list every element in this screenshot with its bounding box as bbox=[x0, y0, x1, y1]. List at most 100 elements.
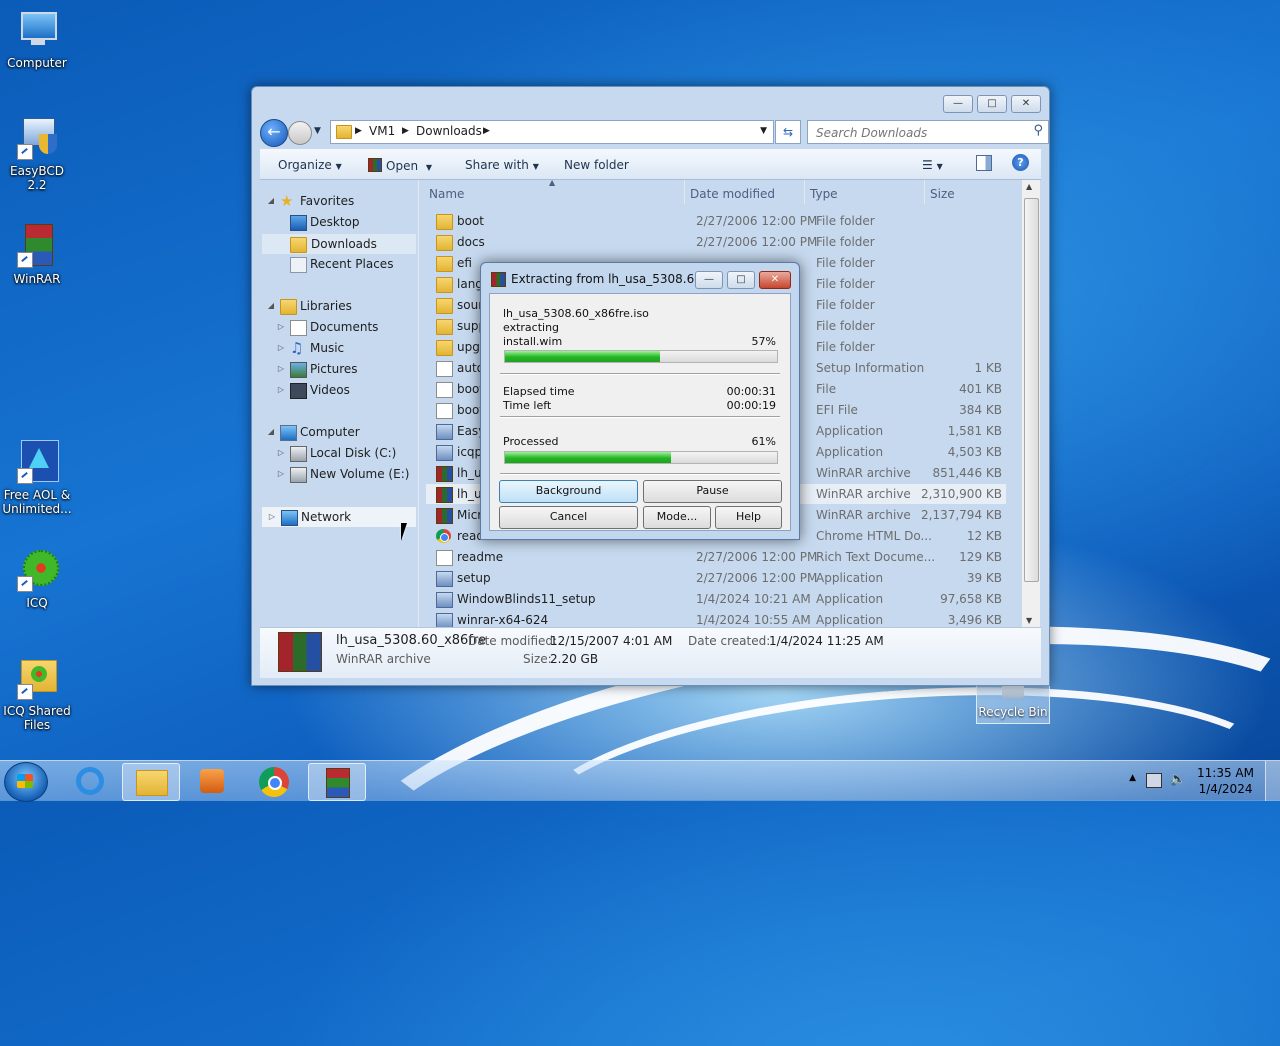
details-file-name: lh_usa_5308.60_x86fre bbox=[336, 633, 486, 648]
pause-button[interactable]: Pause bbox=[643, 480, 782, 503]
back-button[interactable]: ← bbox=[260, 119, 288, 147]
desktop-icon-computer[interactable]: Computer bbox=[2, 8, 72, 70]
file-progress-fill bbox=[505, 351, 661, 362]
collapse-triangle-icon: ▷ bbox=[277, 448, 285, 457]
nav-libraries[interactable]: ◢ Libraries bbox=[260, 296, 418, 316]
column-date-modified[interactable]: Date modified bbox=[690, 187, 775, 201]
desktop-icon-recycle-bin[interactable]: Recycle Bin bbox=[976, 684, 1050, 724]
volume-muted-icon[interactable]: 🔈 bbox=[1170, 772, 1186, 787]
desktop-icon-winrar[interactable]: WinRAR bbox=[2, 224, 72, 286]
recycle-bin-icon bbox=[1002, 685, 1024, 699]
recent-pages-dropdown[interactable]: ▼ bbox=[314, 126, 321, 136]
easybcd-icon bbox=[15, 116, 59, 160]
taskbar-winrar[interactable] bbox=[308, 763, 366, 801]
dialog-close-button[interactable]: ✕ bbox=[759, 271, 791, 289]
refresh-button[interactable]: ⇆ bbox=[775, 120, 801, 144]
search-icon[interactable]: ⚲ bbox=[1033, 123, 1043, 138]
recent-places-icon bbox=[290, 257, 307, 273]
details-file-type: WinRAR archive bbox=[336, 652, 431, 666]
scroll-down-arrow-icon[interactable]: ▼ bbox=[1026, 616, 1032, 625]
desktop-icon-easybcd[interactable]: EasyBCD 2.2 bbox=[2, 116, 72, 192]
nav-downloads[interactable]: Downloads bbox=[261, 233, 417, 255]
nav-new-volume[interactable]: ▷ New Volume (E:) bbox=[260, 464, 418, 484]
file-row[interactable]: boot 2/27/2006 12:00 PM File folder bbox=[426, 211, 1006, 231]
file-size: 39 KB bbox=[966, 571, 1002, 585]
nav-documents[interactable]: ▷ Documents bbox=[260, 317, 418, 337]
address-bar[interactable]: ▶ VM1 ▶ Downloads ▶ ▼ bbox=[330, 120, 774, 144]
winrar-icon bbox=[326, 768, 350, 798]
nav-network[interactable]: ▷ Network bbox=[261, 506, 417, 528]
preview-pane-icon[interactable] bbox=[976, 155, 992, 171]
desktop-icon-aol[interactable]: Free AOL & Unlimited... bbox=[2, 440, 72, 516]
file-type: File folder bbox=[816, 298, 875, 312]
nav-recent-places[interactable]: Recent Places bbox=[260, 254, 418, 274]
organize-button[interactable]: Organize ▼ bbox=[278, 158, 342, 172]
share-with-button[interactable]: Share with ▼ bbox=[465, 158, 539, 172]
network-tray-icon[interactable] bbox=[1146, 773, 1162, 788]
open-button[interactable]: Open ▼ bbox=[368, 158, 432, 173]
file-row[interactable]: readme 2/27/2006 12:00 PM Rich Text Docume… bbox=[426, 547, 1006, 567]
breadcrumb-separator-icon: ▶ bbox=[402, 126, 409, 136]
nav-music[interactable]: ▷ ♫ Music bbox=[260, 338, 418, 358]
file-date: 2/27/2006 12:00 PM bbox=[696, 214, 818, 228]
file-size: 2,137,794 KB bbox=[921, 508, 1002, 522]
taskbar-media-player[interactable] bbox=[184, 763, 240, 799]
nav-local-disk[interactable]: ▷ Local Disk (C:) bbox=[260, 443, 418, 463]
dialog-maximize-button[interactable]: □ bbox=[727, 271, 755, 289]
file-size: 12 KB bbox=[966, 529, 1002, 543]
dialog-minimize-button[interactable]: — bbox=[695, 271, 723, 289]
scrollbar-thumb[interactable] bbox=[1024, 198, 1039, 582]
breadcrumb-downloads[interactable]: Downloads bbox=[416, 124, 482, 138]
file-date: 1/4/2024 10:55 AM bbox=[696, 613, 811, 627]
maximize-button[interactable]: □ bbox=[977, 95, 1007, 113]
forward-button[interactable] bbox=[288, 121, 312, 145]
file-type: Application bbox=[816, 424, 884, 438]
background-button[interactable]: Background bbox=[499, 480, 638, 503]
mode-button[interactable]: Mode... bbox=[643, 506, 711, 529]
nav-favorites[interactable]: ◢ ★ Favorites bbox=[260, 191, 418, 211]
app-icon bbox=[436, 613, 453, 627]
desktop-icon-label: ICQ Shared Files bbox=[3, 704, 71, 732]
clock-time: 11:35 AM bbox=[1197, 766, 1254, 780]
column-type[interactable]: Type bbox=[810, 187, 838, 201]
help-button[interactable]: Help bbox=[715, 506, 782, 529]
system-clock[interactable]: 11:35 AM 1/4/2024 bbox=[1197, 765, 1254, 797]
close-button[interactable]: ✕ bbox=[1011, 95, 1041, 113]
taskbar-internet-explorer[interactable] bbox=[62, 763, 118, 799]
file-list-scrollbar[interactable]: ▲ ▼ bbox=[1022, 180, 1040, 627]
time-left-value: 00:00:19 bbox=[726, 399, 776, 412]
file-progress-bar bbox=[504, 350, 778, 363]
breadcrumb-vm1[interactable]: VM1 bbox=[369, 124, 395, 138]
nav-pictures[interactable]: ▷ Pictures bbox=[260, 359, 418, 379]
cancel-button[interactable]: Cancel bbox=[499, 506, 638, 529]
file-row[interactable]: setup 2/27/2006 12:00 PM Application 39 KB bbox=[426, 568, 1006, 588]
collapse-triangle-icon: ▷ bbox=[277, 469, 285, 478]
nav-computer[interactable]: ◢ Computer bbox=[260, 422, 418, 442]
folder-icon bbox=[136, 770, 168, 796]
column-size[interactable]: Size bbox=[930, 187, 955, 201]
collapse-triangle-icon: ▷ bbox=[277, 322, 285, 331]
show-desktop-button[interactable] bbox=[1265, 761, 1280, 801]
taskbar-chrome[interactable] bbox=[246, 763, 302, 799]
new-folder-button[interactable]: New folder bbox=[564, 158, 629, 172]
views-icon[interactable]: ☰ ▼ bbox=[922, 158, 943, 172]
file-row[interactable]: docs 2/27/2006 12:00 PM File folder bbox=[426, 232, 1006, 252]
minimize-button[interactable]: — bbox=[943, 95, 973, 113]
taskbar-explorer[interactable] bbox=[122, 763, 180, 801]
desktop-icon-icq[interactable]: ICQ bbox=[2, 548, 72, 610]
scroll-up-arrow-icon[interactable]: ▲ bbox=[1026, 182, 1032, 191]
nav-videos[interactable]: ▷ Videos bbox=[260, 380, 418, 400]
show-hidden-icons-button[interactable]: ▲ bbox=[1129, 773, 1136, 783]
help-icon[interactable]: ? bbox=[1012, 154, 1029, 171]
elapsed-label: Elapsed time bbox=[503, 385, 575, 398]
archive-name: lh_usa_5308.60_x86fre.iso bbox=[503, 307, 649, 320]
start-button[interactable] bbox=[4, 762, 48, 802]
nav-desktop[interactable]: Desktop bbox=[260, 212, 418, 232]
address-dropdown-icon[interactable]: ▼ bbox=[760, 126, 767, 136]
desktop-icon-label: WinRAR bbox=[13, 272, 61, 286]
desktop-icon-icq-shared[interactable]: ICQ Shared Files bbox=[2, 656, 72, 732]
file-row[interactable]: WindowBlinds11_setup 1/4/2024 10:21 AM App… bbox=[426, 589, 1006, 609]
file-row[interactable]: winrar-x64-624 1/4/2024 10:55 AM Applicati… bbox=[426, 610, 1006, 627]
search-input[interactable] bbox=[814, 125, 1018, 141]
column-name[interactable]: Name bbox=[429, 187, 464, 201]
